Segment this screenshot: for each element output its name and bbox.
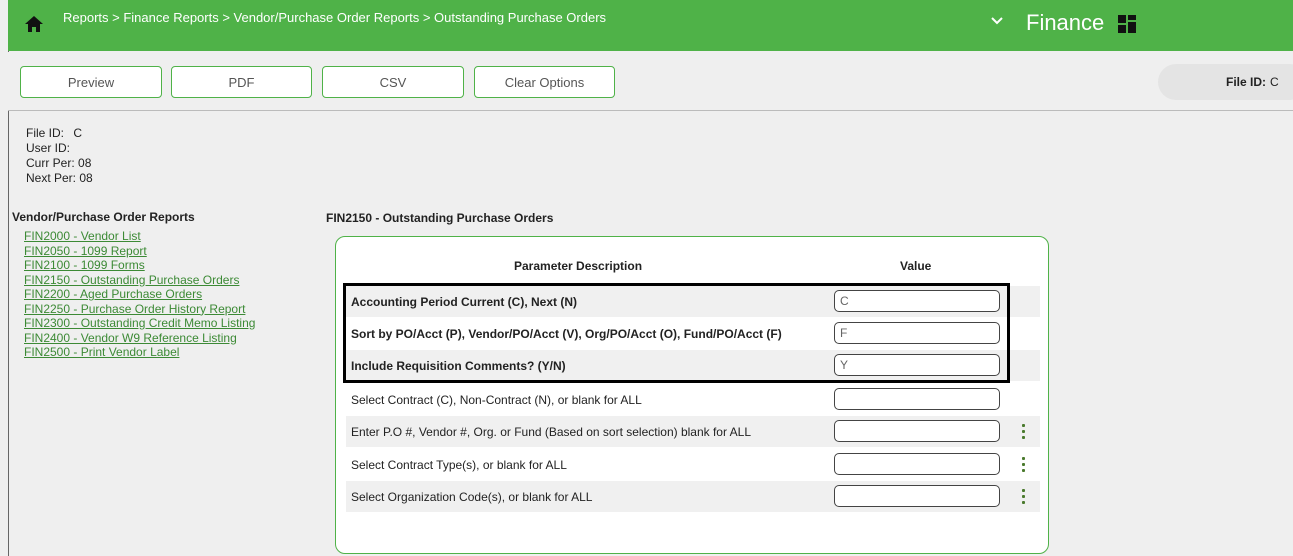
param-value-input[interactable] <box>834 420 1000 442</box>
row-action-cell <box>1013 416 1040 447</box>
param-value-input[interactable] <box>834 485 1000 507</box>
nav-link-fin2400[interactable]: FIN2400 - Vendor W9 Reference Listing <box>24 331 255 346</box>
param-desc: Select Contract (C), Non-Contract (N), o… <box>351 393 642 407</box>
nav-link-fin2050[interactable]: FIN2050 - 1099 Report <box>24 244 255 259</box>
report-nav: FIN2000 - Vendor List FIN2050 - 1099 Rep… <box>24 229 255 360</box>
info-curr-per: Curr Per: 08 <box>26 156 92 170</box>
info-user-id: User ID: <box>26 141 71 155</box>
nav-link-fin2200[interactable]: FIN2200 - Aged Purchase Orders <box>24 287 255 302</box>
info-file-id: File ID: C <box>26 126 83 140</box>
nav-link-fin2100[interactable]: FIN2100 - 1099 Forms <box>24 258 255 273</box>
chevron-down-icon[interactable] <box>990 14 1004 28</box>
nav-link-fin2300[interactable]: FIN2300 - Outstanding Credit Memo Listin… <box>24 316 255 331</box>
csv-button[interactable]: CSV <box>322 66 464 98</box>
param-row: Enter P.O #, Vendor #, Org. or Fund (Bas… <box>346 416 1040 447</box>
row-action-cell <box>1013 350 1040 381</box>
pdf-button[interactable]: PDF <box>171 66 312 98</box>
param-row: Select Contract (C), Non-Contract (N), o… <box>346 384 1040 415</box>
param-value-input[interactable] <box>834 453 1000 475</box>
app-name[interactable]: Finance <box>1026 10 1104 36</box>
param-desc: Enter P.O #, Vendor #, Org. or Fund (Bas… <box>351 425 752 439</box>
col-header-description: Parameter Description <box>514 259 643 273</box>
nav-link-fin2150[interactable]: FIN2150 - Outstanding Purchase Orders <box>24 273 255 288</box>
highlight-box <box>343 283 1010 383</box>
file-id-badge-value: C <box>1270 75 1279 89</box>
home-icon[interactable] <box>24 14 44 34</box>
nav-link-fin2000[interactable]: FIN2000 - Vendor List <box>24 229 255 244</box>
app-grid-icon[interactable] <box>1118 15 1136 33</box>
top-bar: Reports > Finance Reports > Vendor/Purch… <box>8 0 1293 51</box>
info-next-per: Next Per: 08 <box>26 171 93 185</box>
session-info: File ID: C User ID: Curr Per: 08 Next Pe… <box>26 126 93 186</box>
param-value-input[interactable] <box>834 388 1000 410</box>
file-id-badge: File ID: C <box>1158 64 1293 100</box>
nav-link-fin2500[interactable]: FIN2500 - Print Vendor Label <box>24 345 255 360</box>
clear-options-button[interactable]: Clear Options <box>474 66 615 98</box>
nav-title: Vendor/Purchase Order Reports <box>12 210 195 224</box>
more-vertical-icon[interactable] <box>1022 457 1026 472</box>
file-id-badge-label: File ID: <box>1226 75 1267 89</box>
more-vertical-icon[interactable] <box>1022 424 1026 439</box>
form-title: FIN2150 - Outstanding Purchase Orders <box>326 211 554 225</box>
param-row: Select Organization Code(s), or blank fo… <box>346 481 1040 512</box>
param-row: Select Contract Type(s), or blank for AL… <box>346 449 1040 480</box>
row-action-cell <box>1013 286 1040 317</box>
breadcrumb: Reports > Finance Reports > Vendor/Purch… <box>63 10 607 25</box>
col-header-value: Value <box>900 259 932 273</box>
toolbar: Preview PDF CSV Clear Options File ID: C <box>8 52 1293 111</box>
preview-button[interactable]: Preview <box>20 66 162 98</box>
row-action-cell <box>1013 481 1040 512</box>
more-vertical-icon[interactable] <box>1022 489 1026 504</box>
nav-link-fin2250[interactable]: FIN2250 - Purchase Order History Report <box>24 302 255 317</box>
param-desc: Select Organization Code(s), or blank fo… <box>351 490 593 504</box>
param-desc: Select Contract Type(s), or blank for AL… <box>351 458 567 472</box>
